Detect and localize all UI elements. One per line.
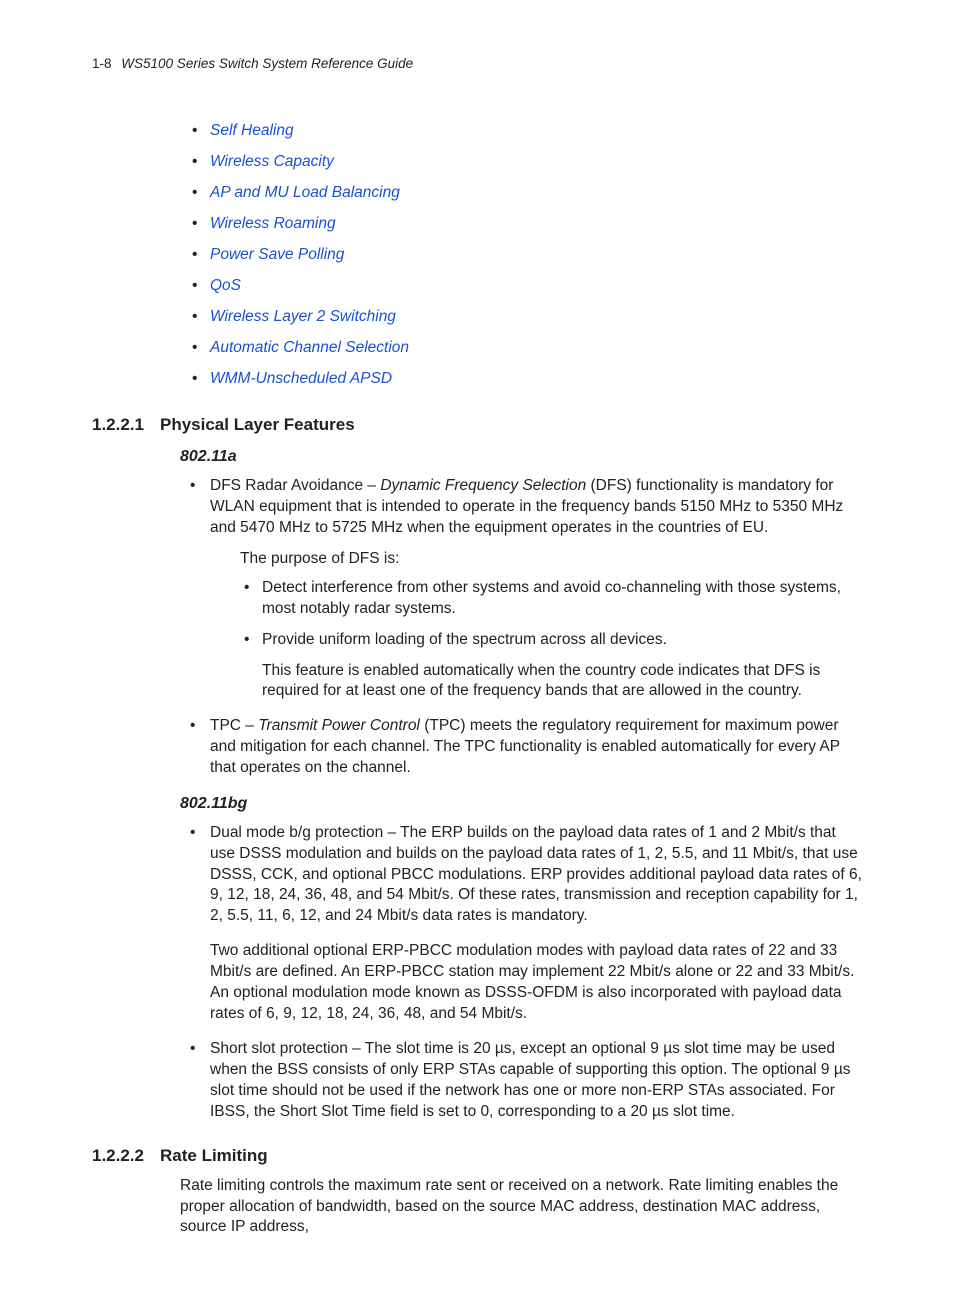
dfs-point-1: Detect interference from other systems a… xyxy=(240,578,862,620)
subheading-802-11bg: 802.11bg xyxy=(180,793,862,815)
dfs-prefix: DFS Radar Avoidance – xyxy=(210,477,380,494)
dual-mode-text: Dual mode b/g protection – The ERP build… xyxy=(210,824,862,925)
header-title: WS5100 Series Switch System Reference Gu… xyxy=(121,56,413,71)
toc-list: Self Healing Wireless Capacity AP and MU… xyxy=(92,121,862,389)
tpc-prefix: TPC – xyxy=(210,717,258,734)
bullet-tpc: TPC – Transmit Power Control (TPC) meets… xyxy=(180,716,862,779)
document-page: 1-8 WS5100 Series Switch System Referenc… xyxy=(0,0,954,1306)
toc-link-wireless-l2-switching[interactable]: Wireless Layer 2 Switching xyxy=(192,307,862,328)
section-heading-physical-layer: 1.2.2.1 Physical Layer Features xyxy=(92,414,862,437)
dfs-purpose-intro: The purpose of DFS is: xyxy=(240,549,862,570)
toc-link-qos[interactable]: QoS xyxy=(192,276,862,297)
content-802-11a: DFS Radar Avoidance – Dynamic Frequency … xyxy=(180,476,862,779)
bullet-dfs: DFS Radar Avoidance – Dynamic Frequency … xyxy=(180,476,862,702)
dfs-purpose-list: Detect interference from other systems a… xyxy=(210,578,862,651)
toc-link-wmm-unscheduled-apsd[interactable]: WMM-Unscheduled APSD xyxy=(192,369,862,390)
subheading-802-11a: 802.11a xyxy=(180,446,862,468)
dfs-note: This feature is enabled automatically wh… xyxy=(262,661,862,703)
toc-link-wireless-capacity[interactable]: Wireless Capacity xyxy=(192,152,862,173)
tpc-term: Transmit Power Control xyxy=(258,717,420,734)
section-number: 1.2.2.2 xyxy=(92,1145,160,1168)
toc-link-wireless-roaming[interactable]: Wireless Roaming xyxy=(192,214,862,235)
toc-link-self-healing[interactable]: Self Healing xyxy=(192,121,862,142)
toc-link-ap-mu-load-balancing[interactable]: AP and MU Load Balancing xyxy=(192,183,862,204)
bullet-dual-mode: Dual mode b/g protection – The ERP build… xyxy=(180,823,862,1025)
dfs-point-2: Provide uniform loading of the spectrum … xyxy=(240,630,862,651)
dfs-term: Dynamic Frequency Selection xyxy=(380,477,586,494)
content-802-11bg: Dual mode b/g protection – The ERP build… xyxy=(180,823,862,1123)
dual-mode-extra: Two additional optional ERP-PBCC modulat… xyxy=(210,941,862,1025)
section-title: Physical Layer Features xyxy=(160,414,355,437)
section-number: 1.2.2.1 xyxy=(92,414,160,437)
rate-limiting-paragraph: Rate limiting controls the maximum rate … xyxy=(180,1176,862,1239)
page-header: 1-8 WS5100 Series Switch System Referenc… xyxy=(92,55,862,73)
section-title: Rate Limiting xyxy=(160,1145,268,1168)
toc-link-power-save-polling[interactable]: Power Save Polling xyxy=(192,245,862,266)
page-number: 1-8 xyxy=(92,56,112,71)
section-heading-rate-limiting: 1.2.2.2 Rate Limiting xyxy=(92,1145,862,1168)
toc-link-auto-channel-selection[interactable]: Automatic Channel Selection xyxy=(192,338,862,359)
bullet-short-slot: Short slot protection – The slot time is… xyxy=(180,1039,862,1123)
